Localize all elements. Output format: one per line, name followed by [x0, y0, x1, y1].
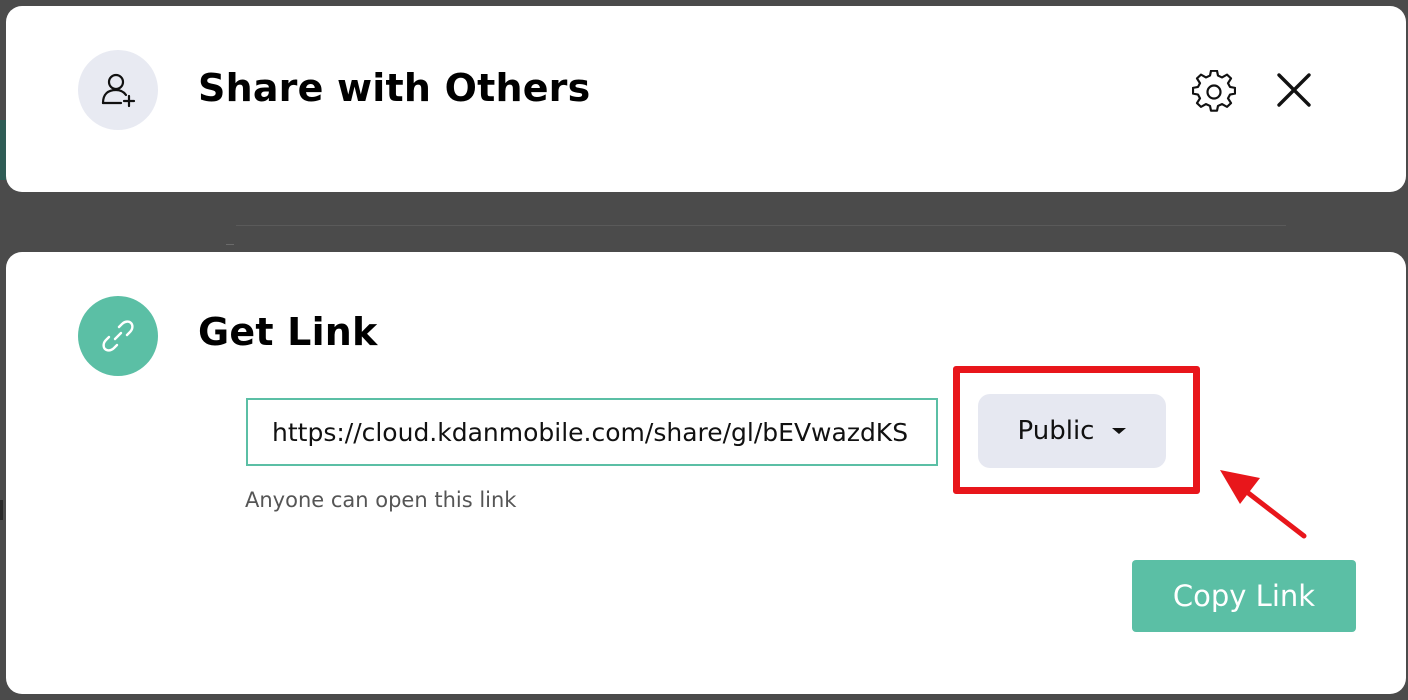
add-user-icon	[78, 50, 158, 130]
copy-link-button[interactable]: Copy Link	[1132, 560, 1356, 632]
share-title: Share with Others	[198, 66, 591, 110]
share-with-others-panel: Share with Others	[6, 6, 1406, 192]
background-fragment	[226, 244, 234, 245]
get-link-panel: Get Link Public Anyone can open this lin…	[6, 252, 1406, 694]
get-link-title: Get Link	[198, 310, 378, 354]
share-link-field[interactable]	[246, 398, 938, 466]
highlight-annotation-box	[953, 366, 1200, 494]
annotation-arrow	[1220, 470, 1307, 539]
gear-icon[interactable]	[1190, 68, 1238, 116]
share-dialog-screen: Share with Others Get Link Publi	[0, 0, 1408, 700]
link-access-hint: Anyone can open this link	[245, 488, 517, 512]
link-icon	[78, 296, 158, 376]
background-fragment	[0, 500, 3, 520]
close-icon[interactable]	[1272, 68, 1316, 112]
background-divider	[236, 225, 1286, 226]
